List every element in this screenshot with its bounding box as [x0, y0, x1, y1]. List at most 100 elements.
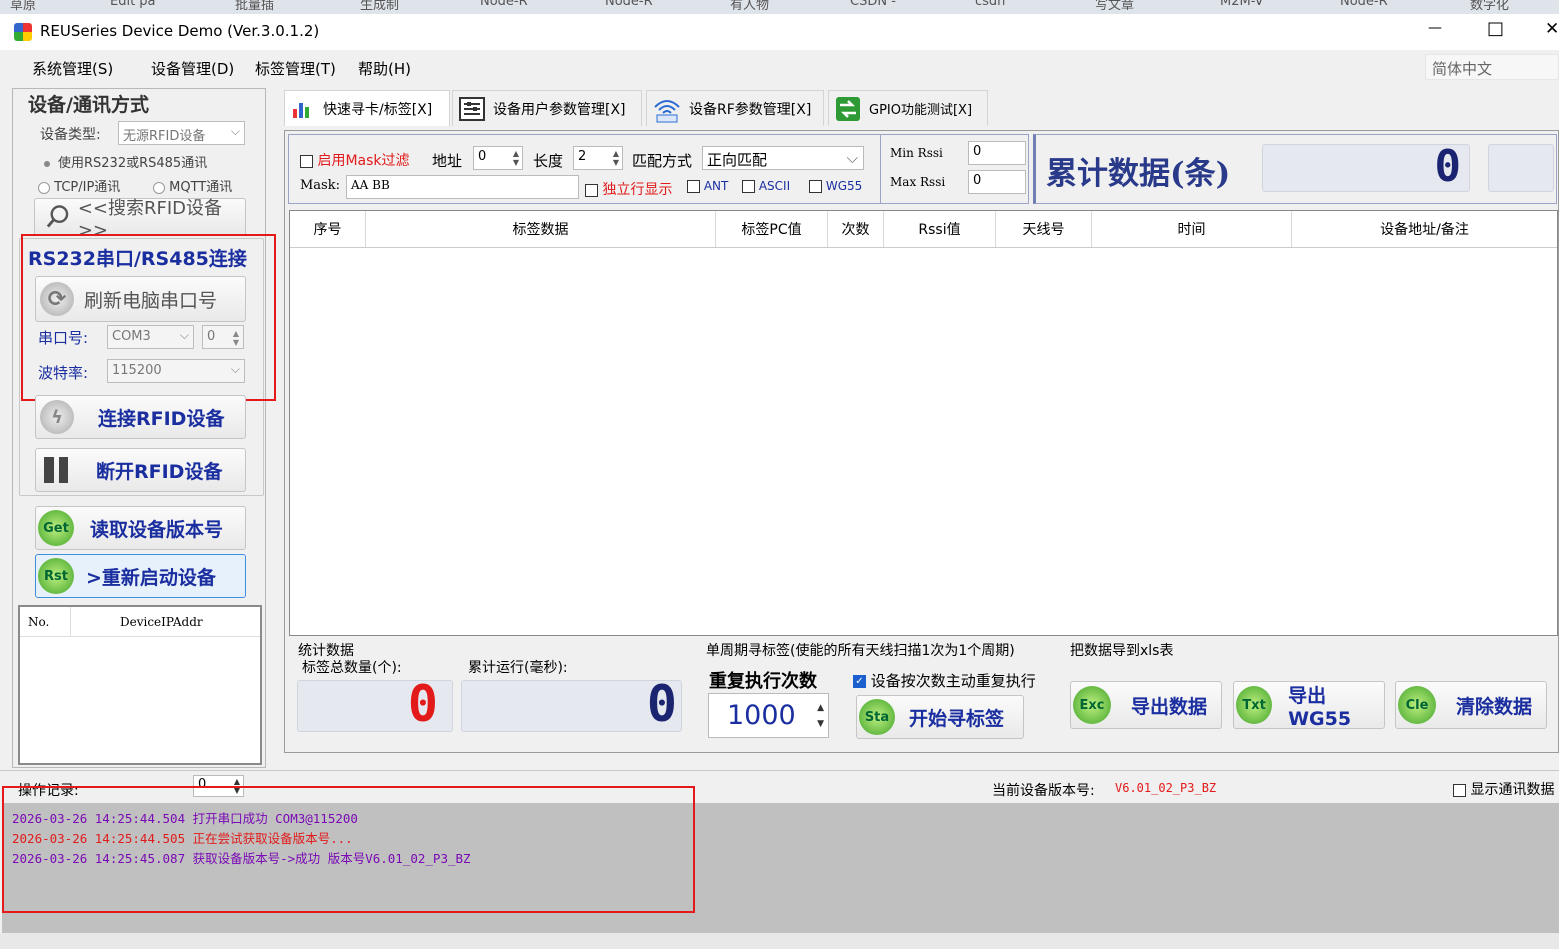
- col-time: 时间: [1092, 211, 1292, 247]
- read-version-button[interactable]: Get 读取设备版本号: [35, 506, 246, 550]
- device-ip-table: No. DeviceIPAddr: [18, 605, 262, 765]
- restart-button[interactable]: Rst >重新启动设备: [35, 554, 246, 598]
- mask-enable-checkbox[interactable]: 启用Mask过滤: [300, 150, 410, 170]
- wg55-label: WG55: [825, 179, 863, 193]
- minimize-button[interactable]: —: [1428, 20, 1442, 36]
- browser-tab[interactable]: csdn: [975, 0, 1005, 14]
- get-icon: Get: [38, 510, 74, 546]
- sliders-icon: [459, 96, 485, 121]
- close-button[interactable]: ✕: [1545, 19, 1559, 39]
- total-value: 0: [1434, 141, 1462, 192]
- export-wg55-label: 导出WG55: [1288, 684, 1352, 730]
- highlight-box: [2, 786, 695, 913]
- browser-tab[interactable]: 有人物: [730, 0, 769, 14]
- radio-mqtt[interactable]: MQTT通讯: [153, 176, 232, 195]
- menu-device[interactable]: 设备管理(D): [151, 58, 234, 79]
- status-bar: [0, 933, 1559, 949]
- menu-tag[interactable]: 标签管理(T): [255, 58, 336, 79]
- search-device-button[interactable]: <<搜索RFID设备>>: [34, 198, 246, 241]
- chevron-down-icon: ⌵: [230, 124, 240, 138]
- chevron-down-icon: ⌵: [846, 149, 858, 167]
- match-value: 正向匹配: [707, 151, 768, 169]
- bar-chart-icon: [293, 102, 309, 118]
- col-addr-note: 设备地址/备注: [1380, 222, 1469, 238]
- divider: [0, 770, 1559, 771]
- independent-checkbox[interactable]: 独立行显示: [585, 179, 672, 199]
- auto-repeat-checkbox[interactable]: ✓ 设备按次数主动重复执行: [853, 670, 1036, 691]
- ant-label: ANT: [703, 179, 729, 193]
- browser-tab[interactable]: Node-R: [1340, 0, 1388, 14]
- ascii-checkbox[interactable]: ASCII: [742, 179, 790, 193]
- menu-bar: 系统管理(S) 设备管理(D) 标签管理(T) 帮助(H) 简体中文: [0, 50, 1559, 86]
- start-search-label: 开始寻标签: [909, 707, 1005, 730]
- browser-tab[interactable]: Node-R: [480, 0, 528, 14]
- col-no: No.: [28, 615, 50, 629]
- device-type-value: 无源RFID设备: [123, 129, 206, 144]
- checkbox-icon: [1453, 783, 1466, 797]
- tab-gpio[interactable]: GPIO功能测试[X]: [828, 90, 988, 126]
- start-search-button[interactable]: Sta 开始寻标签: [856, 695, 1024, 739]
- language-select[interactable]: 简体中文: [1425, 54, 1559, 80]
- browser-tab[interactable]: 写文章: [1095, 0, 1134, 14]
- device-group-title: 设备/通讯方式: [28, 94, 149, 116]
- header-divider: [290, 247, 1557, 248]
- show-comm-checkbox[interactable]: 显示通讯数据: [1453, 779, 1554, 799]
- browser-tab[interactable]: Edit pa: [110, 0, 156, 14]
- col-antenna: 天线号: [996, 211, 1092, 247]
- col-count: 次数: [828, 211, 884, 247]
- len-stepper[interactable]: 2 ▲ ▼: [573, 146, 623, 170]
- connect-label: 连接RFID设备: [98, 407, 225, 430]
- restart-label: >重新启动设备: [86, 566, 216, 589]
- ascii-label: ASCII: [758, 179, 791, 193]
- tab-label: 快速寻卡/标签[X]: [323, 101, 433, 118]
- addr-value: 0: [478, 149, 487, 164]
- menu-help[interactable]: 帮助(H): [358, 58, 411, 79]
- lightning-icon: ϟ: [40, 400, 74, 434]
- app-icon: [14, 23, 32, 41]
- browser-tab[interactable]: 批量插: [235, 0, 274, 14]
- tab-rf-params[interactable]: 设备RF参数管理[X]: [646, 90, 824, 126]
- disconnect-button[interactable]: 断开RFID设备: [35, 448, 246, 492]
- tab-quick-search[interactable]: 快速寻卡/标签[X]: [284, 90, 450, 126]
- menu-system[interactable]: 系统管理(S): [32, 58, 113, 79]
- radio-icon: [38, 181, 50, 194]
- maximize-button[interactable]: □: [1487, 18, 1504, 39]
- disconnect-label: 断开RFID设备: [96, 460, 223, 483]
- tab-user-params[interactable]: 设备用户参数管理[X]: [452, 90, 642, 126]
- device-type-select[interactable]: 无源RFID设备 ⌵: [118, 121, 245, 145]
- browser-tab[interactable]: Node-R: [605, 0, 653, 14]
- tag-count-display: 0: [297, 675, 453, 733]
- auto-repeat-label: 设备按次数主动重复执行: [870, 672, 1036, 690]
- txt-icon: Txt: [1236, 686, 1273, 724]
- window-title: REUSeries Device Demo (Ver.3.0.1.2): [40, 22, 320, 40]
- export-wg55-button[interactable]: Txt 导出WG55: [1233, 681, 1385, 730]
- min-rssi-input[interactable]: 0: [968, 141, 1026, 165]
- mask-input[interactable]: AA BB: [346, 175, 579, 199]
- browser-tab[interactable]: 草原: [10, 0, 36, 14]
- radio-tcp[interactable]: TCP/IP通讯: [38, 176, 120, 195]
- col-divider: [70, 607, 71, 637]
- total-display: 0: [1262, 141, 1470, 192]
- checkbox-icon: [585, 183, 598, 197]
- addr-stepper[interactable]: 0 ▲ ▼: [473, 146, 523, 170]
- browser-tab[interactable]: 数字化: [1470, 0, 1509, 14]
- browser-tab[interactable]: M2M-V: [1220, 0, 1264, 14]
- wg55-checkbox[interactable]: WG55: [809, 179, 862, 193]
- read-version-label: 读取设备版本号: [90, 518, 224, 541]
- repeat-stepper[interactable]: 1000 ▲ ▼: [708, 693, 829, 738]
- max-rssi-input[interactable]: 0: [968, 170, 1026, 194]
- ant-checkbox[interactable]: ANT: [687, 179, 728, 193]
- checkbox-icon: [742, 180, 755, 193]
- browser-tab[interactable]: CSDN -: [850, 0, 896, 14]
- match-select[interactable]: 正向匹配 ⌵: [702, 146, 864, 170]
- tag-count-value: 0: [407, 675, 438, 733]
- col-tag-data: 标签数据: [366, 211, 716, 247]
- len-label: 长度: [533, 152, 564, 170]
- browser-tab[interactable]: 生成制: [360, 0, 399, 14]
- clear-data-button[interactable]: Cle 清除数据: [1395, 681, 1547, 729]
- browser-tab-strip: 草原 Edit pa 批量插 生成制 Node-R Node-R 有人物 CSD…: [0, 0, 1559, 14]
- export-title: 把数据导到xls表: [1070, 643, 1174, 659]
- export-data-button[interactable]: Exc 导出数据: [1070, 681, 1222, 729]
- connect-button[interactable]: ϟ 连接RFID设备: [35, 395, 246, 439]
- radio-rs485[interactable]: 使用RS232或RS485通讯: [44, 152, 207, 171]
